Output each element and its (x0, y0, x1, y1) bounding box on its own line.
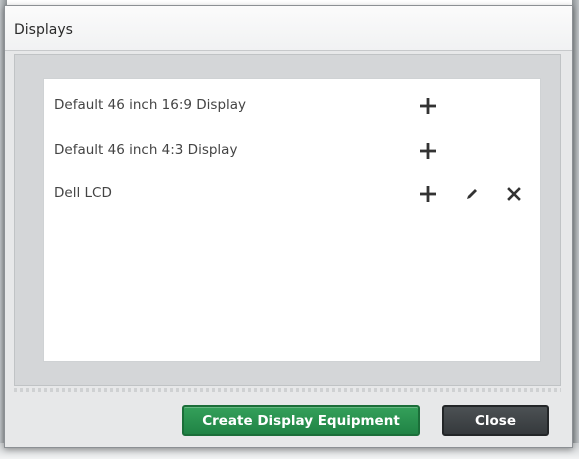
display-name: Default 46 inch 16:9 Display (54, 97, 247, 113)
add-icon[interactable] (415, 181, 441, 207)
dialog-title: Displays (14, 22, 73, 38)
list-item: Dell LCD (44, 179, 540, 209)
background-edge-right (572, 0, 579, 459)
close-button[interactable]: Close (442, 405, 549, 436)
displays-list: Default 46 inch 16:9 Display Default 46 … (43, 78, 541, 362)
display-name: Dell LCD (54, 185, 112, 201)
list-item: Default 46 inch 16:9 Display (44, 91, 540, 121)
create-display-equipment-button[interactable]: Create Display Equipment (182, 405, 420, 436)
delete-x-icon[interactable] (501, 181, 527, 207)
displays-dialog: Displays Default 46 inch 16:9 Display De… (4, 5, 573, 448)
add-icon[interactable] (415, 138, 441, 164)
dialog-title-bar: Displays (5, 6, 572, 51)
list-item: Default 46 inch 4:3 Display (44, 136, 540, 166)
display-name: Default 46 inch 4:3 Display (54, 142, 238, 158)
footer-divider (14, 388, 561, 392)
add-icon[interactable] (415, 93, 441, 119)
edit-pencil-icon[interactable] (459, 181, 485, 207)
